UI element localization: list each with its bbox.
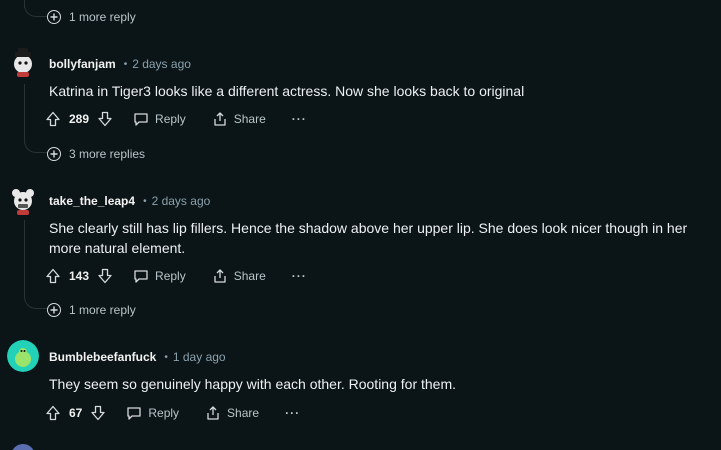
comment-thread: 1 more reply bollyfanjam • 2 days ago Ka… xyxy=(0,0,721,450)
more-options-button[interactable]: ··· xyxy=(285,406,300,420)
more-options-button[interactable]: ··· xyxy=(292,269,307,283)
share-label: Share xyxy=(233,112,266,126)
comment-header: Bumblebeefanfuck • 1 day ago xyxy=(49,348,226,366)
avatar[interactable] xyxy=(7,184,39,216)
reply-button[interactable]: Reply xyxy=(133,111,186,127)
share-icon xyxy=(212,111,228,127)
more-replies-button[interactable]: 1 more reply xyxy=(47,300,136,320)
plus-circle-icon xyxy=(47,147,61,161)
vote-count: 67 xyxy=(69,406,83,420)
comment-body: She clearly still has lip fillers. Hence… xyxy=(49,220,688,256)
thread-curve xyxy=(24,294,47,309)
more-options-icon: ··· xyxy=(285,406,301,420)
comment-actions: 143 Reply Share ··· xyxy=(45,264,307,288)
comment-body: Katrina in Tiger3 looks like a different… xyxy=(49,83,525,99)
comment-actions: 289 Reply Share ··· xyxy=(45,107,307,131)
username[interactable]: take_the_leap4 xyxy=(49,194,135,208)
share-label: Share xyxy=(227,406,260,420)
more-replies-label: 1 more reply xyxy=(69,303,136,317)
downvote-icon[interactable] xyxy=(97,111,113,127)
username[interactable]: Bumblebeefanfuck xyxy=(49,350,156,364)
share-icon xyxy=(205,405,221,421)
timestamp[interactable]: 2 days ago xyxy=(152,194,211,208)
more-replies-button[interactable]: 1 more reply xyxy=(47,7,136,27)
plus-circle-icon xyxy=(47,10,61,24)
share-button[interactable]: Share xyxy=(212,111,266,127)
upvote-icon[interactable] xyxy=(45,405,61,421)
upvote-icon[interactable] xyxy=(45,111,61,127)
comment-bubble-icon xyxy=(126,405,142,421)
reply-label: Reply xyxy=(148,406,180,420)
thread-curve xyxy=(24,2,47,17)
avatar[interactable] xyxy=(7,46,39,78)
reply-label: Reply xyxy=(155,112,186,126)
thread-line xyxy=(24,220,25,298)
username[interactable]: bollyfanjam xyxy=(49,57,116,71)
reply-button[interactable]: Reply xyxy=(126,405,179,421)
comment-header: take_the_leap4 • 2 days ago xyxy=(49,192,210,210)
share-button[interactable]: Share xyxy=(212,268,266,284)
more-replies-button[interactable]: 3 more replies xyxy=(47,144,145,164)
vote-count: 289 xyxy=(69,112,90,126)
reply-button[interactable]: Reply xyxy=(133,268,186,284)
timestamp[interactable]: 2 days ago xyxy=(132,57,191,71)
downvote-icon[interactable] xyxy=(97,268,113,284)
separator-dot: • xyxy=(164,351,168,363)
more-options-icon: ··· xyxy=(291,269,307,283)
timestamp[interactable]: 1 day ago xyxy=(173,350,226,364)
comment-bubble-icon xyxy=(133,268,149,284)
comment-actions: 67 Reply Share ··· xyxy=(45,401,300,425)
thread-curve xyxy=(24,138,47,153)
reply-label: Reply xyxy=(155,269,186,283)
comment-header: bollyfanjam • 2 days ago xyxy=(49,55,191,73)
share-label: Share xyxy=(233,269,266,283)
avatar[interactable] xyxy=(11,444,35,450)
more-replies-label: 3 more replies xyxy=(69,147,146,161)
more-options-button[interactable]: ··· xyxy=(292,112,307,126)
upvote-icon[interactable] xyxy=(45,268,61,284)
vote-count: 143 xyxy=(69,269,90,283)
plus-circle-icon xyxy=(47,303,61,317)
share-icon xyxy=(212,268,228,284)
share-button[interactable]: Share xyxy=(205,405,259,421)
thread-line xyxy=(24,84,25,142)
avatar[interactable] xyxy=(7,340,39,372)
separator-dot: • xyxy=(123,58,128,70)
separator-dot: • xyxy=(143,195,147,207)
comment-bubble-icon xyxy=(133,111,149,127)
more-replies-label: 1 more reply xyxy=(69,10,136,24)
downvote-icon[interactable] xyxy=(90,405,106,421)
more-options-icon: ··· xyxy=(291,112,307,126)
comment-body: They seem so genuinely happy with each o… xyxy=(49,376,457,392)
